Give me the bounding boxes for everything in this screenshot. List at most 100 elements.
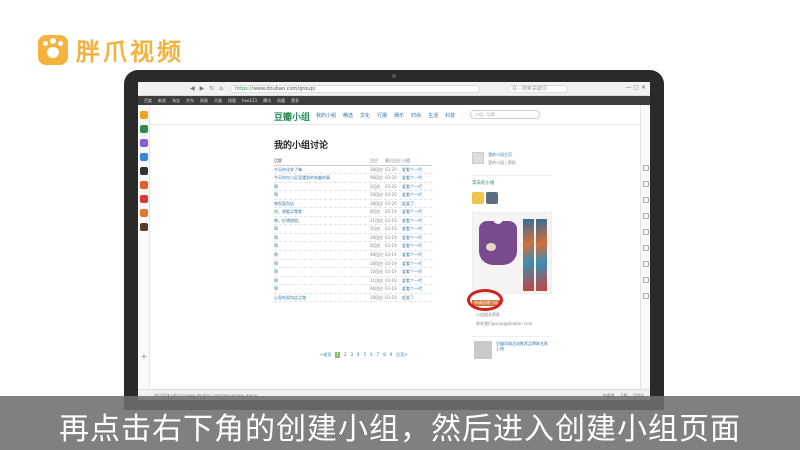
- bookmark-item[interactable]: 天猫: [214, 98, 222, 104]
- group-link[interactable]: 爱看个一代: [402, 268, 432, 276]
- topic-link[interactable]: 啊: [274, 268, 370, 276]
- home-icon[interactable]: ⌂: [219, 85, 223, 92]
- nav-item[interactable]: 精选: [343, 112, 353, 119]
- nav-item[interactable]: 生活: [428, 112, 438, 119]
- group-link[interactable]: 爱看个一代: [402, 217, 432, 225]
- sidebar-tool-icon[interactable]: [643, 229, 649, 235]
- forward-icon[interactable]: ▶: [200, 85, 205, 92]
- bookmark-item[interactable]: 搜狐: [228, 98, 236, 104]
- topic-link[interactable]: 今天你化妆了嘛: [274, 166, 370, 174]
- sidebar-tool-icon[interactable]: [643, 245, 649, 251]
- topic-link[interactable]: 今天你在小区里遇到的有趣的事: [274, 174, 370, 182]
- user-sub-links[interactable]: 我的小组 | 帮助: [488, 160, 516, 166]
- page-link[interactable]: 5: [364, 352, 367, 358]
- nav-item[interactable]: 行摄: [377, 112, 387, 119]
- page-link[interactable]: 3: [350, 352, 353, 358]
- topic-link[interactable]: 感叹面包店: [274, 200, 370, 208]
- topic-link[interactable]: 啊: [274, 260, 370, 268]
- page-link[interactable]: 6: [370, 352, 373, 358]
- page-link[interactable]: 4: [357, 352, 360, 358]
- group-link[interactable]: 爱看个一代: [402, 174, 432, 182]
- page-link[interactable]: 8: [383, 352, 386, 358]
- bookmark-item[interactable]: 网易: [200, 98, 208, 104]
- back-icon[interactable]: ◀: [190, 85, 195, 92]
- sidebar-tool-icon[interactable]: [643, 181, 649, 187]
- nav-item[interactable]: 我的小组: [316, 112, 336, 119]
- topic-link[interactable]: 啊: [274, 277, 370, 285]
- nav-item[interactable]: 时尚: [411, 112, 421, 119]
- address-bar[interactable]: https://www.douban.com/group/: [230, 85, 480, 93]
- group-link[interactable]: 起爱了: [402, 200, 432, 208]
- group-link[interactable]: 爱看个一代: [402, 208, 432, 216]
- topic-link[interactable]: 啊: [274, 225, 370, 233]
- promo-card[interactable]: 豆瓣同城活动推荐品牌联名款上线: [472, 336, 552, 364]
- window-controls[interactable]: — ▢ ✕: [625, 84, 646, 91]
- page-link[interactable]: 2: [344, 352, 347, 358]
- group-thumb[interactable]: [486, 192, 498, 204]
- sidebar-app-icon[interactable]: [140, 139, 148, 147]
- topic-link[interactable]: 啊: [274, 251, 370, 259]
- topic-link[interactable]: 啊: [274, 285, 370, 293]
- topic-link[interactable]: 啊: [274, 191, 370, 199]
- sidebar-tool-icon[interactable]: [643, 197, 649, 203]
- my-group-home-link[interactable]: 我的小组主页: [488, 152, 512, 158]
- sidebar-app-icon[interactable]: [140, 223, 148, 231]
- group-link[interactable]: 爱看个一代: [402, 225, 432, 233]
- sidebar-app-icon[interactable]: [140, 167, 148, 175]
- bookmark-item[interactable]: 京东: [186, 98, 194, 104]
- group-link[interactable]: 爱看个一代: [402, 277, 432, 285]
- sidebar-app-icon[interactable]: [140, 209, 148, 217]
- topic-link[interactable]: 啊: [274, 183, 370, 191]
- group-link[interactable]: 爱看个一代: [402, 191, 432, 199]
- bookmark-item[interactable]: hao123: [242, 98, 257, 103]
- sidebar-tool-icon[interactable]: [643, 277, 649, 283]
- bookmark-item[interactable]: 新浪: [158, 98, 166, 104]
- nav-item[interactable]: 娱乐: [394, 112, 404, 119]
- help-link[interactable]: 小组相关帮助: [476, 312, 500, 318]
- topic-link[interactable]: 啊，好想放假。: [274, 217, 370, 225]
- group-link[interactable]: 爱看个一代: [402, 285, 432, 293]
- topic-link[interactable]: 啊: [274, 234, 370, 242]
- group-link[interactable]: 爱看个一代: [402, 242, 432, 250]
- bookmark-item[interactable]: 百度: [144, 98, 152, 104]
- douban-group-logo[interactable]: 豆瓣小组: [274, 110, 310, 123]
- group-link[interactable]: 起爱了: [402, 294, 432, 302]
- sidebar-app-icon[interactable]: [140, 125, 148, 133]
- sidebar-tool-icon[interactable]: [643, 213, 649, 219]
- add-icon[interactable]: +: [140, 353, 148, 361]
- avatar[interactable]: [472, 152, 484, 164]
- group-thumb[interactable]: [472, 192, 484, 204]
- sidebar-app-icon[interactable]: [140, 195, 148, 203]
- contact-link[interactable]: 联系我们group@douban.com: [476, 321, 532, 327]
- group-link[interactable]: 爱看个一代: [402, 166, 432, 174]
- page-link-current[interactable]: 1: [335, 352, 340, 358]
- sidebar-app-icon[interactable]: [140, 153, 148, 161]
- bookmark-item[interactable]: 腾讯: [263, 98, 271, 104]
- page-link[interactable]: 9: [390, 352, 393, 358]
- next-page-link[interactable]: 后页>: [396, 352, 407, 358]
- sidebar-app-icon[interactable]: [140, 111, 148, 119]
- topic-link[interactable]: 哎，想要买零食: [274, 208, 370, 216]
- topic-link[interactable]: 啊: [274, 242, 370, 250]
- group-link[interactable]: 爱看个一代: [402, 251, 432, 259]
- douban-search-input[interactable]: 小组、话题: [470, 110, 540, 119]
- bookmark-item[interactable]: 更多: [291, 98, 299, 104]
- group-link[interactable]: 爱看个一代: [402, 234, 432, 242]
- refresh-icon[interactable]: ↻: [209, 85, 214, 92]
- sidebar-tool-icon[interactable]: [643, 293, 649, 299]
- nav-item[interactable]: 文化: [360, 112, 370, 119]
- nav-item[interactable]: 科技: [445, 112, 455, 119]
- bookmark-item[interactable]: 凤凰: [277, 98, 285, 104]
- sidebar-app-icon[interactable]: [140, 181, 148, 189]
- browser-search-input[interactable]: 在...搜索关键词: [508, 85, 568, 93]
- topic-link[interactable]: 心里的面包店之路: [274, 294, 370, 302]
- group-link[interactable]: 爱看个一代: [402, 183, 432, 191]
- promo-text[interactable]: 豆瓣同城活动推荐品牌联名款上线: [496, 341, 550, 351]
- ad-image[interactable]: [472, 212, 552, 294]
- bookmark-item[interactable]: 淘宝: [172, 98, 180, 104]
- group-link[interactable]: 爱看个一代: [402, 260, 432, 268]
- sidebar-tool-icon[interactable]: [643, 165, 649, 171]
- sidebar-tool-icon[interactable]: [643, 261, 649, 267]
- page-link[interactable]: 7: [377, 352, 380, 358]
- prev-page-link[interactable]: <前页: [320, 352, 331, 358]
